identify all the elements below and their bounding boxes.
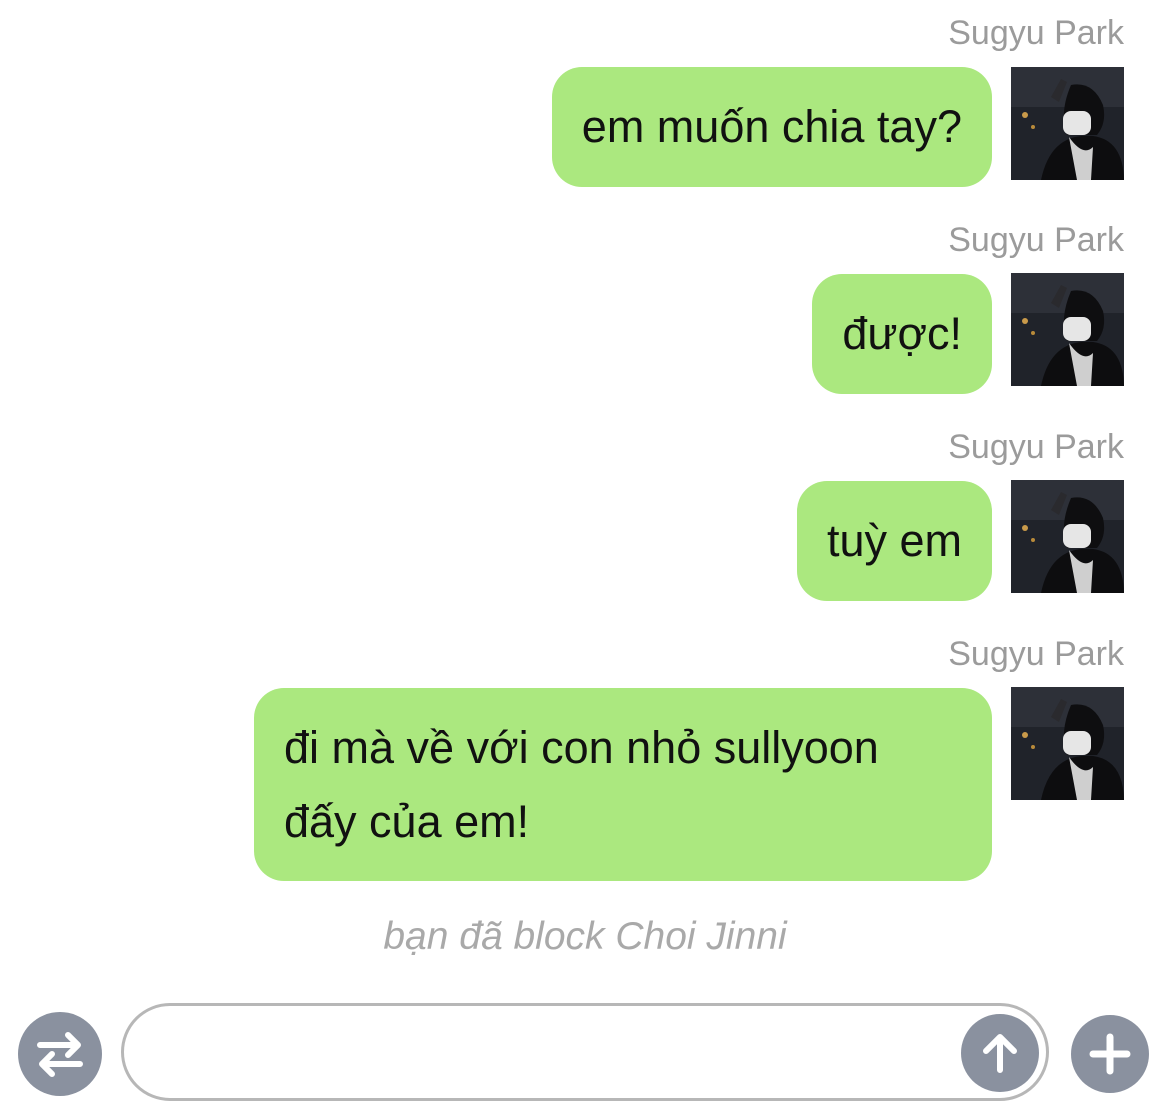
- message-bubble[interactable]: được!: [812, 274, 992, 394]
- message-text: đi mà về với con nhỏ sullyoon đấy của em…: [284, 721, 879, 847]
- plus-icon: [1089, 1033, 1131, 1075]
- message-text: tuỳ em: [826, 515, 962, 566]
- message-input[interactable]: [152, 1006, 956, 1100]
- avatar[interactable]: [1011, 480, 1124, 593]
- message-bubble[interactable]: tuỳ em: [796, 481, 992, 601]
- message-bubble[interactable]: em muốn chia tay?: [551, 67, 992, 187]
- switch-mode-button[interactable]: [18, 1012, 102, 1096]
- message-text: em muốn chia tay?: [581, 101, 962, 152]
- avatar[interactable]: [1011, 687, 1124, 800]
- avatar[interactable]: [1011, 67, 1124, 180]
- block-notice: bạn đã block Choi Jinni: [383, 915, 787, 958]
- message-text: được!: [842, 308, 962, 359]
- avatar-photo-icon: [1011, 480, 1124, 593]
- arrow-up-icon: [983, 1034, 1017, 1073]
- message-bubble[interactable]: đi mà về với con nhỏ sullyoon đấy của em…: [254, 688, 992, 881]
- sender-name: Sugyu Park: [948, 635, 1124, 673]
- send-button[interactable]: [961, 1014, 1039, 1092]
- avatar-photo-icon: [1011, 687, 1124, 800]
- avatar-photo-icon: [1011, 273, 1124, 386]
- sender-name: Sugyu Park: [948, 221, 1124, 259]
- sender-name: Sugyu Park: [948, 428, 1124, 466]
- avatar[interactable]: [1011, 273, 1124, 386]
- avatar-photo-icon: [1011, 67, 1124, 180]
- message-input-field[interactable]: [121, 1003, 1049, 1101]
- sender-name: Sugyu Park: [948, 14, 1124, 52]
- swap-arrows-icon: [37, 1032, 83, 1077]
- add-attachment-button[interactable]: [1071, 1015, 1149, 1093]
